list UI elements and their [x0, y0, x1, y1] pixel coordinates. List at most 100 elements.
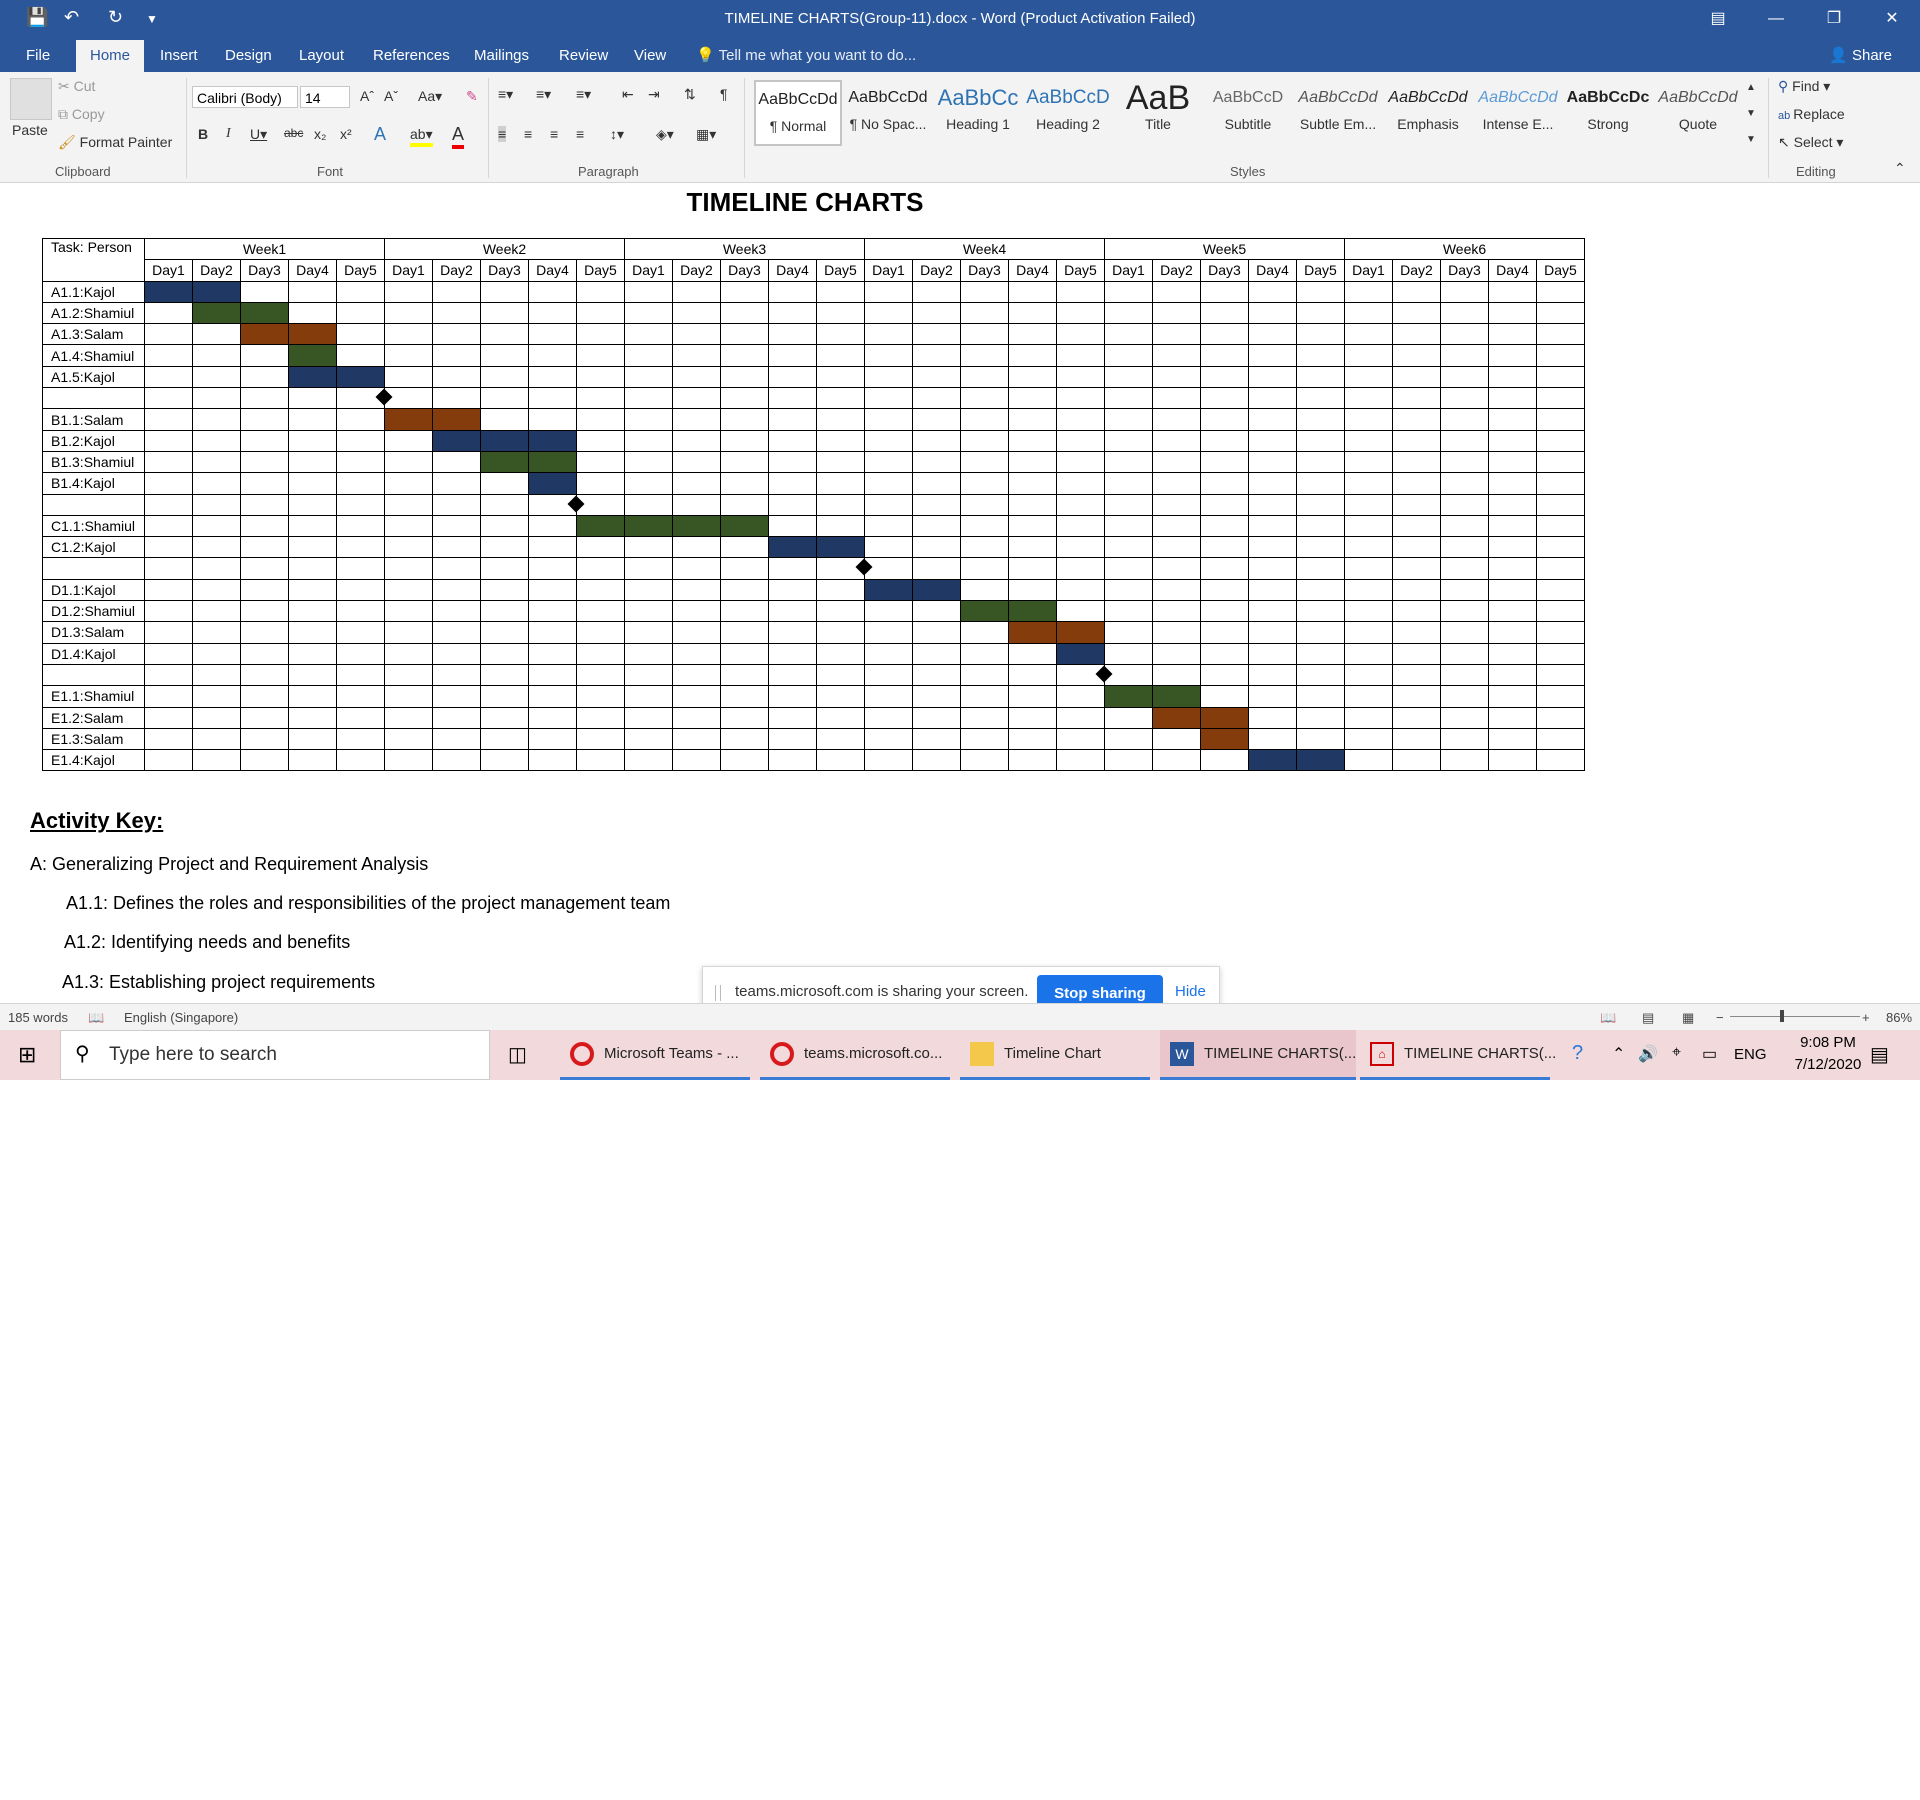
- bullets-icon[interactable]: ≡▾: [498, 86, 513, 103]
- tab-references[interactable]: References: [359, 40, 464, 72]
- taskbar-item-timeline-folder[interactable]: Timeline Chart: [960, 1030, 1150, 1080]
- copy-button[interactable]: ⧉ Copy: [58, 106, 105, 123]
- zoom-out-icon[interactable]: −: [1716, 1010, 1724, 1025]
- tab-file[interactable]: File: [12, 40, 64, 72]
- volume-icon[interactable]: 🔊: [1638, 1044, 1658, 1064]
- decrease-indent-icon[interactable]: ⇤: [622, 86, 634, 103]
- taskbar-search[interactable]: ⚲ Type here to search: [60, 1030, 490, 1080]
- wifi-icon[interactable]: ⌖: [1672, 1044, 1681, 1062]
- share-button[interactable]: 👤 Share: [1821, 43, 1900, 69]
- web-layout-icon[interactable]: ▦: [1682, 1010, 1694, 1026]
- superscript-icon[interactable]: x²: [340, 126, 352, 142]
- notification-icon[interactable]: ▤: [1870, 1042, 1889, 1067]
- align-center-icon[interactable]: ≡: [524, 126, 532, 142]
- collapse-ribbon-icon[interactable]: ⌃: [1894, 160, 1906, 177]
- numbering-icon[interactable]: ≡▾: [536, 86, 551, 103]
- text-effects-icon[interactable]: A: [374, 124, 386, 145]
- word-count[interactable]: 185 words: [8, 1010, 68, 1025]
- styles-more-icon[interactable]: ▼: [1746, 134, 1756, 145]
- show-marks-icon[interactable]: ¶: [720, 86, 728, 102]
- sort-icon[interactable]: ⇅: [684, 86, 696, 103]
- style-no-spacing[interactable]: AaBbCcDd ¶ No Spac...: [844, 80, 932, 146]
- gantt-cell: [1440, 450, 1489, 474]
- style-subtitle[interactable]: AaBbCcD Subtitle: [1204, 80, 1292, 146]
- borders-icon[interactable]: ▦▾: [696, 126, 716, 143]
- ribbon-display-icon[interactable]: ▤: [1690, 0, 1746, 40]
- task-view-icon[interactable]: ◫: [508, 1042, 527, 1067]
- proofing-icon[interactable]: 📖: [88, 1010, 104, 1026]
- close-button[interactable]: ✕: [1864, 0, 1920, 40]
- style-strong[interactable]: AaBbCcDc Strong: [1564, 80, 1652, 146]
- font-name-select[interactable]: Calibri (Body): [192, 86, 298, 108]
- windows-start-icon[interactable]: ⊞: [18, 1042, 36, 1068]
- italic-icon[interactable]: I: [226, 126, 231, 142]
- styles-scroll-down-icon[interactable]: ▼: [1746, 108, 1756, 119]
- cut-button[interactable]: ✂ Cut: [58, 78, 95, 95]
- drag-handle-icon[interactable]: [715, 985, 721, 1001]
- font-color-icon[interactable]: A: [452, 124, 465, 149]
- hide-button[interactable]: Hide: [1175, 983, 1206, 1000]
- taskbar-item-pdf[interactable]: ⌂ TIMELINE CHARTS(...: [1360, 1030, 1556, 1080]
- justify-icon[interactable]: ≡: [576, 126, 584, 142]
- style-heading-2[interactable]: AaBbCcD Heading 2: [1024, 80, 1112, 146]
- gantt-bar-cell: [480, 450, 529, 474]
- language-status[interactable]: English (Singapore): [124, 1010, 238, 1025]
- help-icon[interactable]: ?: [1572, 1042, 1583, 1065]
- style-normal[interactable]: AaBbCcDd ¶ Normal: [754, 80, 842, 146]
- gantt-cell: [816, 280, 865, 303]
- taskbar-item-word[interactable]: W TIMELINE CHARTS(...: [1160, 1030, 1356, 1080]
- clock-date[interactable]: 7/12/2020: [1778, 1056, 1878, 1073]
- tab-view[interactable]: View: [620, 40, 680, 72]
- styles-scroll-up-icon[interactable]: ▲: [1746, 82, 1756, 93]
- print-layout-icon[interactable]: ▤: [1642, 1010, 1654, 1026]
- paste-button[interactable]: Paste: [12, 122, 48, 138]
- read-mode-icon[interactable]: 📖: [1600, 1010, 1616, 1026]
- shrink-font-icon[interactable]: Aˇ: [384, 88, 398, 104]
- clock-time[interactable]: 9:08 PM: [1786, 1034, 1870, 1051]
- underline-icon[interactable]: U▾: [250, 126, 267, 143]
- highlight-icon[interactable]: ab▾: [410, 126, 433, 147]
- style-intense-emphasis[interactable]: AaBbCcDd Intense E...: [1474, 80, 1562, 146]
- bold-icon[interactable]: B: [198, 126, 208, 142]
- tab-review[interactable]: Review: [545, 40, 622, 72]
- zoom-in-icon[interactable]: +: [1862, 1010, 1870, 1025]
- style-title[interactable]: AaB Title: [1114, 80, 1202, 146]
- input-language[interactable]: ENG: [1734, 1046, 1767, 1063]
- tab-design[interactable]: Design: [211, 40, 286, 72]
- align-left-icon[interactable]: ≡: [498, 126, 507, 142]
- shading-icon[interactable]: ◈▾: [656, 126, 674, 143]
- format-painter-button[interactable]: 🖌 Format Painter: [58, 134, 172, 151]
- minimize-button[interactable]: —: [1748, 0, 1804, 40]
- chevron-up-icon[interactable]: ⌃: [1612, 1044, 1625, 1064]
- align-right-icon[interactable]: ≡: [550, 126, 558, 142]
- tab-insert[interactable]: Insert: [146, 40, 212, 72]
- style-quote[interactable]: AaBbCcDd Quote: [1654, 80, 1742, 146]
- font-size-select[interactable]: 14: [300, 86, 350, 108]
- style-subtle-emphasis[interactable]: AaBbCcDd Subtle Em...: [1294, 80, 1382, 146]
- tell-me-box[interactable]: 💡 Tell me what you want to do...: [696, 40, 916, 72]
- paste-icon[interactable]: [10, 78, 52, 120]
- zoom-slider[interactable]: [1730, 1016, 1860, 1017]
- zoom-slider-thumb[interactable]: [1780, 1010, 1784, 1022]
- style-heading-1[interactable]: AaBbCc Heading 1: [934, 80, 1022, 146]
- tab-mailings[interactable]: Mailings: [460, 40, 543, 72]
- zoom-level[interactable]: 86%: [1886, 1010, 1912, 1025]
- increase-indent-icon[interactable]: ⇥: [648, 86, 660, 103]
- maximize-button[interactable]: ❐: [1806, 0, 1862, 40]
- select-button[interactable]: ↖ Select ▾: [1778, 134, 1843, 151]
- multilevel-list-icon[interactable]: ≡▾: [576, 86, 591, 103]
- taskbar-item-teams[interactable]: Microsoft Teams - ...: [560, 1030, 750, 1080]
- line-spacing-icon[interactable]: ↕▾: [610, 126, 624, 143]
- style-emphasis[interactable]: AaBbCcDd Emphasis: [1384, 80, 1472, 146]
- tab-home[interactable]: Home: [76, 40, 145, 72]
- replace-button[interactable]: ab Replace: [1778, 106, 1845, 122]
- clear-formatting-icon[interactable]: ✎: [466, 88, 478, 105]
- battery-icon[interactable]: ▭: [1702, 1044, 1717, 1064]
- find-button[interactable]: ⚲ Find ▾: [1778, 78, 1830, 95]
- change-case-icon[interactable]: Aa▾: [418, 88, 442, 105]
- taskbar-item-teams-web[interactable]: teams.microsoft.co...: [760, 1030, 950, 1080]
- strikethrough-icon[interactable]: abc: [284, 126, 303, 140]
- tab-layout[interactable]: Layout: [285, 40, 358, 72]
- subscript-icon[interactable]: x₂: [314, 126, 326, 142]
- grow-font-icon[interactable]: Aˆ: [360, 88, 374, 104]
